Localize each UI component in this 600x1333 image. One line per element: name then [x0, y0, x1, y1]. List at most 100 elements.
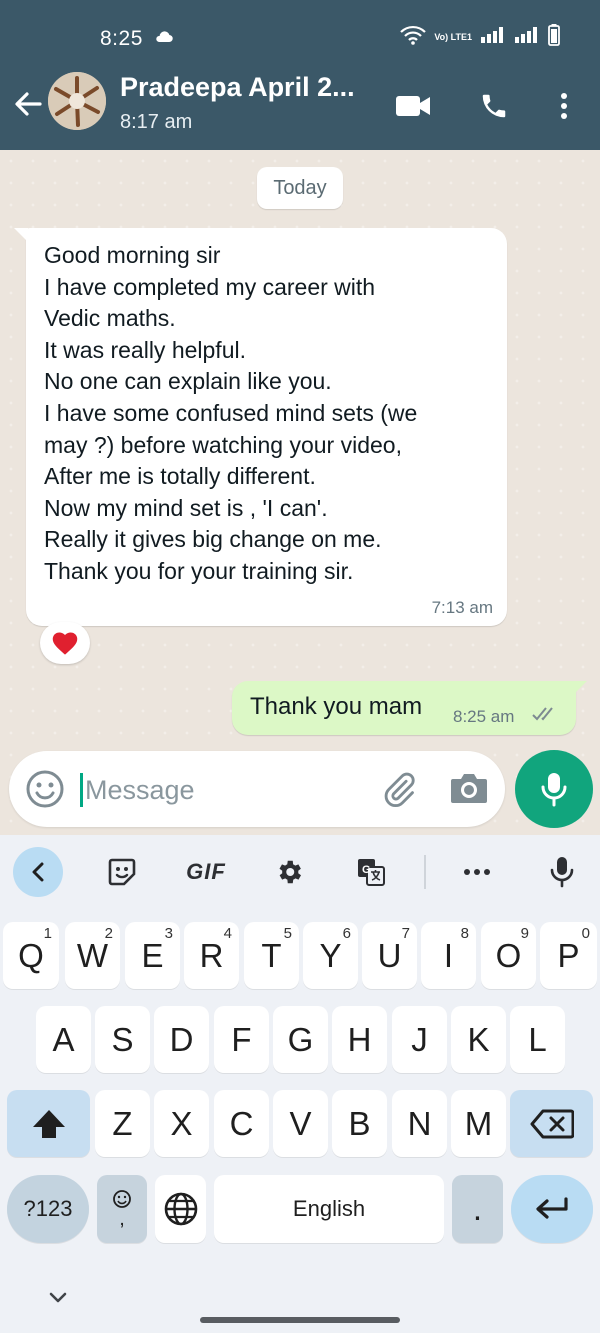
key-f[interactable]: F: [214, 1006, 269, 1073]
keyboard-settings-button[interactable]: [264, 847, 314, 897]
key-b[interactable]: B: [332, 1090, 387, 1157]
toolbar-collapse-button[interactable]: [13, 847, 63, 897]
video-call-button[interactable]: [393, 86, 433, 126]
emoji-button[interactable]: [25, 769, 65, 809]
key-o[interactable]: O9: [481, 922, 536, 989]
globe-icon: [164, 1192, 197, 1226]
backspace-key[interactable]: [510, 1090, 593, 1157]
key-e[interactable]: E3: [125, 922, 180, 989]
key-c[interactable]: C: [214, 1090, 269, 1157]
status-bar: 8:25 Vo) LTE1: [0, 0, 600, 72]
key-label: Q: [18, 936, 44, 974]
voice-record-button[interactable]: [515, 750, 593, 828]
key-w[interactable]: W2: [65, 922, 120, 989]
sticker-icon: [108, 858, 136, 886]
avatar[interactable]: [48, 72, 106, 130]
gesture-home-bar[interactable]: [200, 1317, 400, 1323]
key-label: D: [169, 1020, 194, 1058]
key-y[interactable]: Y6: [303, 922, 358, 989]
status-time: 8:25: [100, 27, 143, 50]
key-x[interactable]: X: [154, 1090, 209, 1157]
chevron-left-icon: [32, 862, 44, 882]
key-i[interactable]: I8: [421, 922, 476, 989]
key-s[interactable]: S: [95, 1006, 150, 1073]
key-hint: 6: [342, 925, 351, 942]
key-g[interactable]: G: [273, 1006, 328, 1073]
key-label: A: [52, 1020, 75, 1058]
shift-key[interactable]: [7, 1090, 90, 1157]
emoji-comma-key[interactable]: ,: [97, 1175, 147, 1243]
smiley-icon: [113, 1190, 131, 1208]
key-label: U: [377, 936, 402, 974]
key-p[interactable]: P0: [540, 922, 597, 989]
key-n[interactable]: N: [392, 1090, 447, 1157]
enter-arrow-icon: [536, 1197, 568, 1219]
sticker-button[interactable]: [97, 847, 147, 897]
key-h[interactable]: H: [332, 1006, 387, 1073]
reaction-badge[interactable]: [40, 622, 90, 664]
incoming-message[interactable]: Good morning sir I have completed my car…: [14, 228, 507, 626]
gif-button[interactable]: GIF: [180, 847, 232, 897]
svg-text:G: G: [362, 864, 371, 876]
camera-button[interactable]: [449, 771, 489, 809]
symbols-key[interactable]: ?123: [7, 1175, 89, 1243]
message-line: Now my mind set is , 'I can'.: [44, 494, 328, 521]
hide-keyboard-button[interactable]: [46, 1285, 70, 1309]
message-line: may ?) before watching your video,: [44, 431, 402, 458]
key-label: P: [557, 936, 580, 974]
key-label: Y: [319, 936, 342, 974]
contact-name[interactable]: Pradeepa April 2...: [120, 72, 370, 103]
translate-button[interactable]: G: [346, 847, 396, 897]
key-label: C: [229, 1104, 254, 1142]
key-r[interactable]: R4: [184, 922, 239, 989]
gif-label: GIF: [186, 859, 226, 884]
key-m[interactable]: M: [451, 1090, 506, 1157]
keyboard-toolbar: GIF G: [0, 835, 600, 907]
message-line: I have some confused mind sets (we: [44, 399, 418, 426]
chevron-down-icon: [49, 1292, 67, 1303]
period-key[interactable]: .: [452, 1175, 503, 1243]
key-label: F: [231, 1020, 252, 1058]
double-check-icon: [532, 706, 558, 727]
key-hint: 5: [283, 925, 292, 942]
enter-key[interactable]: [511, 1175, 593, 1243]
key-k[interactable]: K: [451, 1006, 506, 1073]
more-options-button[interactable]: [544, 86, 584, 126]
key-l[interactable]: L: [510, 1006, 565, 1073]
message-input[interactable]: [85, 768, 365, 812]
key-u[interactable]: U7: [362, 922, 417, 989]
attach-button[interactable]: [380, 771, 418, 809]
message-time: 7:13 am: [431, 598, 493, 617]
bubble-tail: [573, 681, 587, 695]
key-label: M: [464, 1104, 493, 1142]
backspace-icon: [530, 1109, 574, 1138]
back-button[interactable]: [10, 86, 46, 122]
key-hint: 0: [581, 925, 590, 942]
gear-icon: [279, 860, 301, 884]
key-j[interactable]: J: [392, 1006, 447, 1073]
volte-indicator: Vo) LTE1: [434, 32, 472, 42]
voice-call-button[interactable]: [474, 86, 514, 126]
key-q[interactable]: Q1: [3, 922, 59, 989]
key-t[interactable]: T5: [244, 922, 299, 989]
key-label: W: [76, 936, 109, 974]
language-key[interactable]: [155, 1175, 206, 1243]
space-key[interactable]: English: [214, 1175, 444, 1243]
voice-typing-button[interactable]: [537, 847, 587, 897]
key-label: X: [170, 1104, 193, 1142]
key-d[interactable]: D: [154, 1006, 209, 1073]
key-hint: 9: [520, 925, 529, 942]
key-a[interactable]: A: [36, 1006, 91, 1073]
wifi-icon: [400, 25, 427, 50]
key-label: O: [495, 936, 522, 974]
key-hint: 8: [460, 925, 469, 942]
microphone-icon: [541, 773, 567, 807]
status-icons: Vo) LTE1: [400, 24, 560, 51]
key-v[interactable]: V: [273, 1090, 328, 1157]
more-tools-button[interactable]: [452, 847, 502, 897]
key-label: K: [467, 1020, 490, 1058]
phone-icon: [482, 94, 506, 118]
outgoing-message[interactable]: Thank you mam 8:25 am: [232, 681, 587, 735]
key-z[interactable]: Z: [95, 1090, 150, 1157]
smiley-icon: [26, 770, 64, 808]
